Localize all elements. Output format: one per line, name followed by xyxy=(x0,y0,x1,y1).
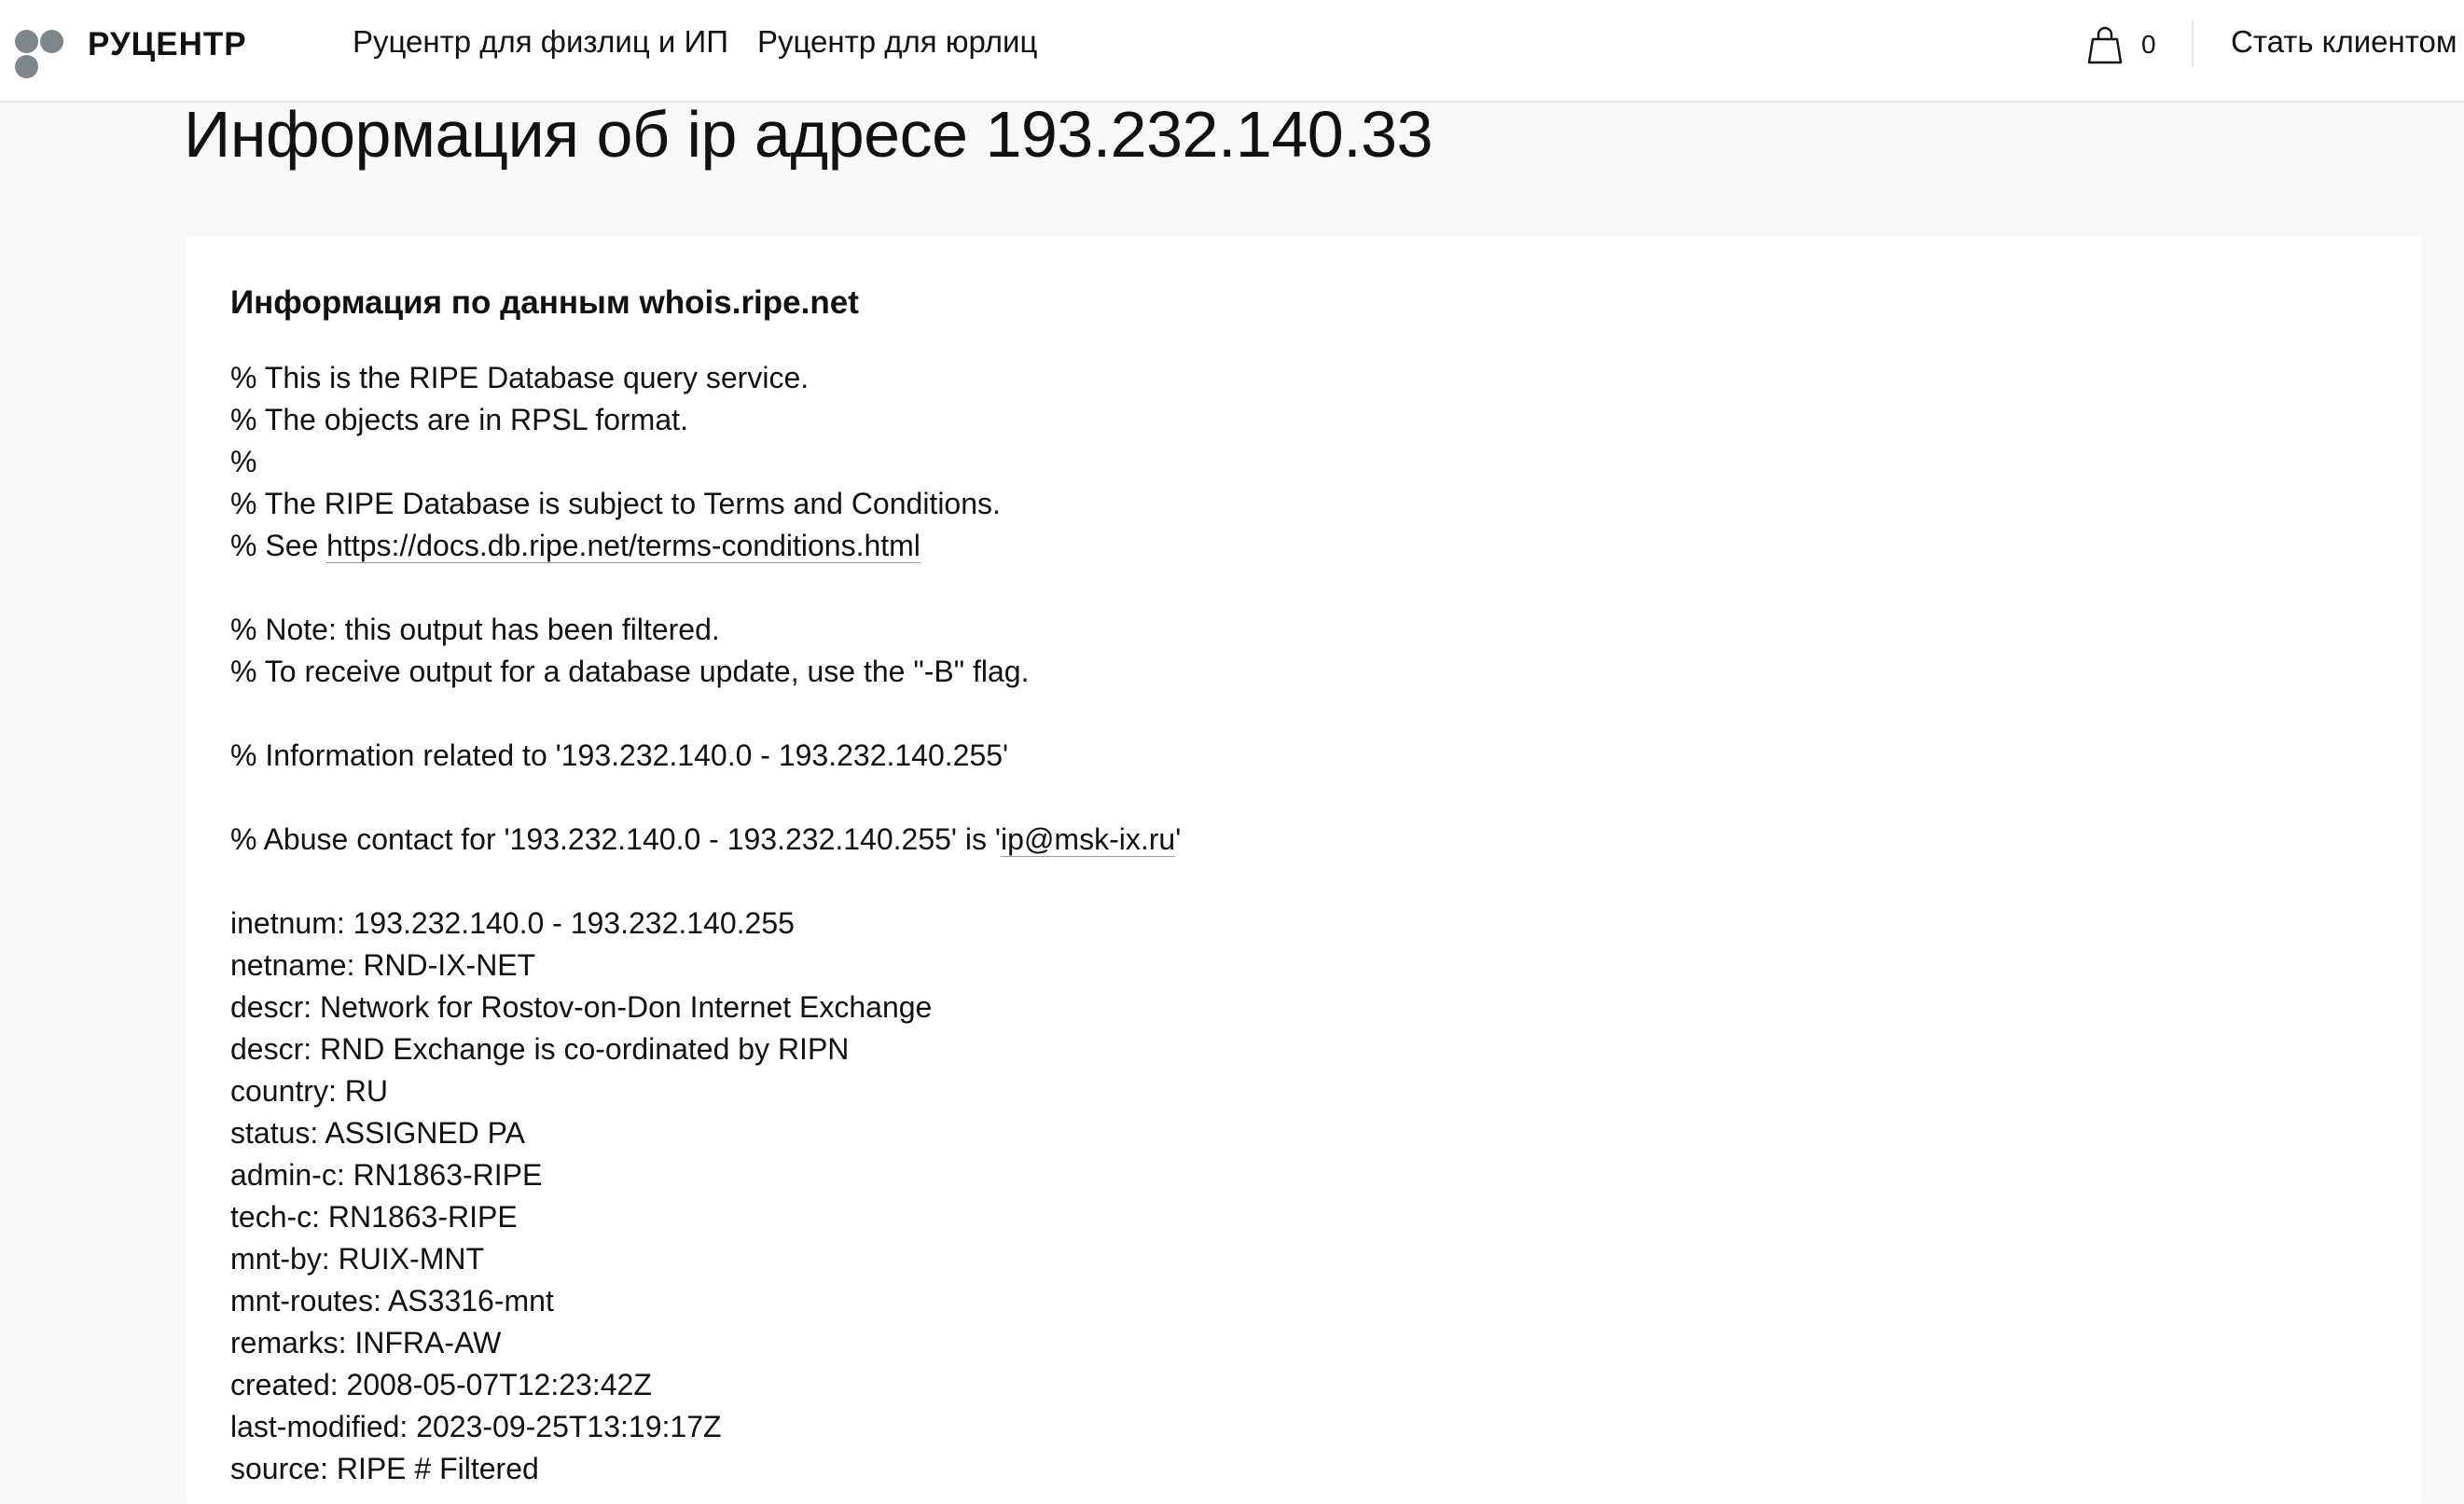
page-title: Информация об ip адресе 193.232.140.33 xyxy=(184,98,1433,171)
terms-conditions-link[interactable]: https://docs.db.ripe.net/terms-condition… xyxy=(326,529,921,563)
whois-record: mnt-routes: AS3316-mnt xyxy=(230,1284,554,1318)
whois-record: admin-c: RN1863-RIPE xyxy=(230,1158,543,1192)
whois-line: % To receive output for a database updat… xyxy=(230,655,1030,688)
logo[interactable]: РУЦЕНТР xyxy=(13,24,247,80)
whois-heading: Информация по данным whois.ripe.net xyxy=(230,284,859,321)
cart-count: 0 xyxy=(2141,30,2156,59)
whois-line: % Information related to '193.232.140.0 … xyxy=(230,738,1009,772)
whois-line: % The RIPE Database is subject to Terms … xyxy=(230,487,1001,520)
whois-record: inetnum: 193.232.140.0 - 193.232.140.255 xyxy=(230,906,795,940)
logo-text: РУЦЕНТР xyxy=(88,26,247,62)
shopping-bag-icon xyxy=(2087,26,2123,64)
whois-line: % xyxy=(230,445,257,478)
header-divider xyxy=(2192,21,2194,67)
logo-dots-icon xyxy=(13,24,65,78)
whois-record: country: RU xyxy=(230,1074,388,1108)
whois-record: created: 2008-05-07T12:23:42Z xyxy=(230,1368,652,1401)
nav-link-companies[interactable]: Руцентр для юрлиц xyxy=(757,24,1037,60)
site-header: РУЦЕНТР Руцентр для физлиц и ИП Руцентр … xyxy=(0,0,2464,103)
whois-line: % This is the RIPE Database query servic… xyxy=(230,361,810,394)
whois-record: mnt-by: RUIX-MNT xyxy=(230,1242,484,1276)
whois-record: remarks: INFRA-AW xyxy=(230,1326,502,1359)
whois-card: Информация по данным whois.ripe.net % Th… xyxy=(186,236,2422,1504)
whois-record: tech-c: RN1863-RIPE xyxy=(230,1200,518,1234)
become-client-button[interactable]: Стать клиентом xyxy=(2231,24,2457,60)
cart-button[interactable]: 0 xyxy=(2087,24,2156,65)
whois-record: netname: RND-IX-NET xyxy=(230,948,536,982)
whois-output: % This is the RIPE Database query servic… xyxy=(230,357,1181,1490)
whois-record: status: ASSIGNED PA xyxy=(230,1116,525,1150)
nav-link-individuals[interactable]: Руцентр для физлиц и ИП xyxy=(353,24,728,60)
abuse-email-link[interactable]: ip@msk-ix.ru xyxy=(1001,822,1176,857)
whois-text: % Abuse contact for '193.232.140.0 - 193… xyxy=(230,822,1002,856)
whois-line: % Note: this output has been filtered. xyxy=(230,613,720,646)
whois-text: ' xyxy=(1175,822,1182,856)
whois-record: source: RIPE # Filtered xyxy=(230,1452,539,1485)
whois-line: % Abuse contact for '193.232.140.0 - 193… xyxy=(230,819,1181,861)
whois-record: descr: RND Exchange is co-ordinated by R… xyxy=(230,1032,850,1066)
whois-line: % The objects are in RPSL format. xyxy=(230,403,688,436)
whois-line: % See https://docs.db.ripe.net/terms-con… xyxy=(230,525,1181,567)
whois-record: last-modified: 2023-09-25T13:19:17Z xyxy=(230,1410,722,1443)
whois-record: descr: Network for Rostov-on-Don Interne… xyxy=(230,990,933,1024)
whois-text: % See xyxy=(230,529,327,562)
